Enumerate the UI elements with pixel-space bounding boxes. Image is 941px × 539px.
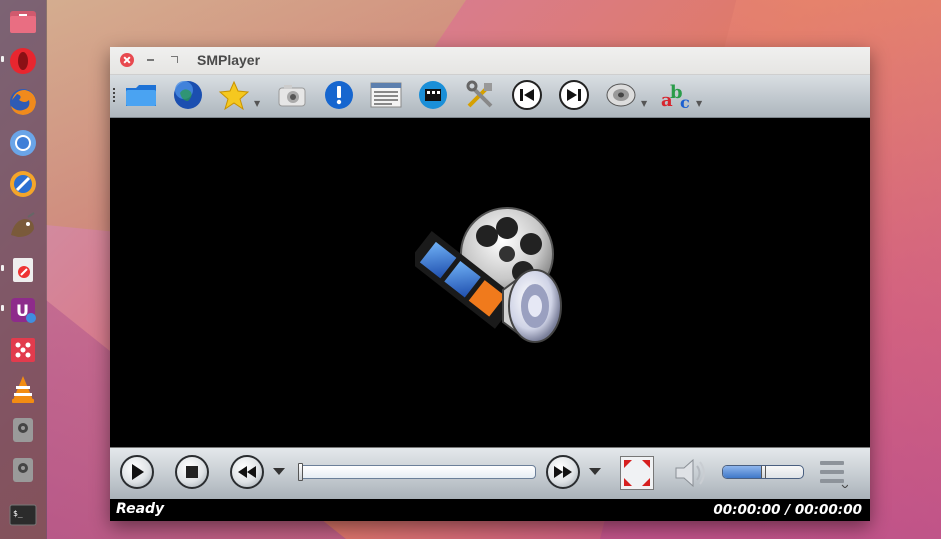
control-bar	[110, 447, 870, 499]
close-icon[interactable]	[120, 53, 134, 67]
screenshot-icon[interactable]	[275, 78, 309, 112]
svg-text:c: c	[680, 93, 690, 110]
maximize-icon[interactable]	[171, 56, 178, 63]
vlc-icon[interactable]	[7, 373, 39, 405]
favorites-dropdown-icon[interactable]: ▼	[254, 99, 260, 108]
forward-dropdown-icon[interactable]	[589, 468, 601, 475]
launcher: U $_	[0, 0, 47, 539]
menu-icon	[820, 461, 849, 489]
window-title: SMPlayer	[197, 52, 261, 68]
previous-icon[interactable]	[510, 78, 544, 112]
fullscreen-icon	[624, 460, 650, 486]
info-icon[interactable]	[322, 78, 356, 112]
subtitles-dropdown-icon[interactable]: ▼	[696, 99, 702, 108]
stop-icon	[186, 466, 198, 478]
mute-button[interactable]	[673, 456, 709, 490]
speaker-icon	[675, 458, 705, 488]
favorites-icon[interactable]	[217, 78, 251, 112]
disk-icon[interactable]	[7, 414, 39, 446]
fullscreen-button[interactable]	[620, 456, 654, 490]
text-editor-icon[interactable]	[7, 254, 39, 286]
volume-level	[723, 466, 763, 478]
svg-text:$_: $_	[13, 509, 23, 518]
audio-track-icon[interactable]	[604, 78, 638, 112]
files-icon[interactable]	[7, 5, 39, 37]
video-area[interactable]	[110, 118, 870, 447]
status-text: Ready	[116, 501, 165, 517]
firefox-icon[interactable]	[7, 86, 39, 118]
audio-track-dropdown-icon[interactable]: ▼	[641, 99, 647, 108]
rewind-icon	[238, 466, 256, 478]
titlebar: SMPlayer	[110, 47, 870, 75]
gimp-icon[interactable]	[7, 209, 39, 241]
menu-button[interactable]	[818, 460, 849, 489]
chromium-icon[interactable]	[7, 127, 39, 159]
main-toolbar: ▼ ▼ abc ▼	[110, 75, 870, 118]
forward-button[interactable]	[546, 455, 580, 489]
volume-handle[interactable]	[761, 466, 766, 478]
ubuntu-software-icon[interactable]: U	[7, 294, 39, 326]
seek-handle[interactable]	[298, 463, 303, 481]
forward-icon	[554, 466, 572, 478]
subtitles-icon[interactable]: abc	[660, 78, 694, 112]
volume-slider[interactable]	[722, 465, 804, 479]
time-display: 00:00:00 / 00:00:00	[713, 502, 862, 518]
play-button[interactable]	[120, 455, 154, 489]
play-icon	[132, 464, 144, 480]
rewind-button[interactable]	[230, 455, 264, 489]
video-filters-icon[interactable]	[416, 78, 450, 112]
firefox-developer-icon[interactable]	[7, 168, 39, 200]
screenshot-app-icon[interactable]	[7, 334, 39, 366]
disk-icon[interactable]	[7, 454, 39, 486]
open-url-icon[interactable]	[171, 78, 205, 112]
status-bar: Ready 00:00:00 / 00:00:00	[110, 499, 870, 521]
opera-icon[interactable]	[7, 45, 39, 77]
seek-bar[interactable]	[298, 463, 536, 481]
next-icon[interactable]	[557, 78, 591, 112]
smplayer-window: SMPlayer ▼ ▼ a b c ▼ Ready 00:00:00 / 00…	[110, 47, 870, 521]
terminal-icon[interactable]: $_	[7, 499, 39, 531]
smplayer-logo-icon	[415, 207, 562, 343]
toolbar-grip[interactable]	[113, 88, 115, 104]
rewind-dropdown-icon[interactable]	[273, 468, 285, 475]
preferences-icon[interactable]	[463, 78, 497, 112]
minimize-icon[interactable]	[147, 59, 154, 61]
stop-button[interactable]	[175, 455, 209, 489]
open-folder-icon[interactable]	[124, 78, 158, 112]
playlist-icon[interactable]	[369, 78, 403, 112]
